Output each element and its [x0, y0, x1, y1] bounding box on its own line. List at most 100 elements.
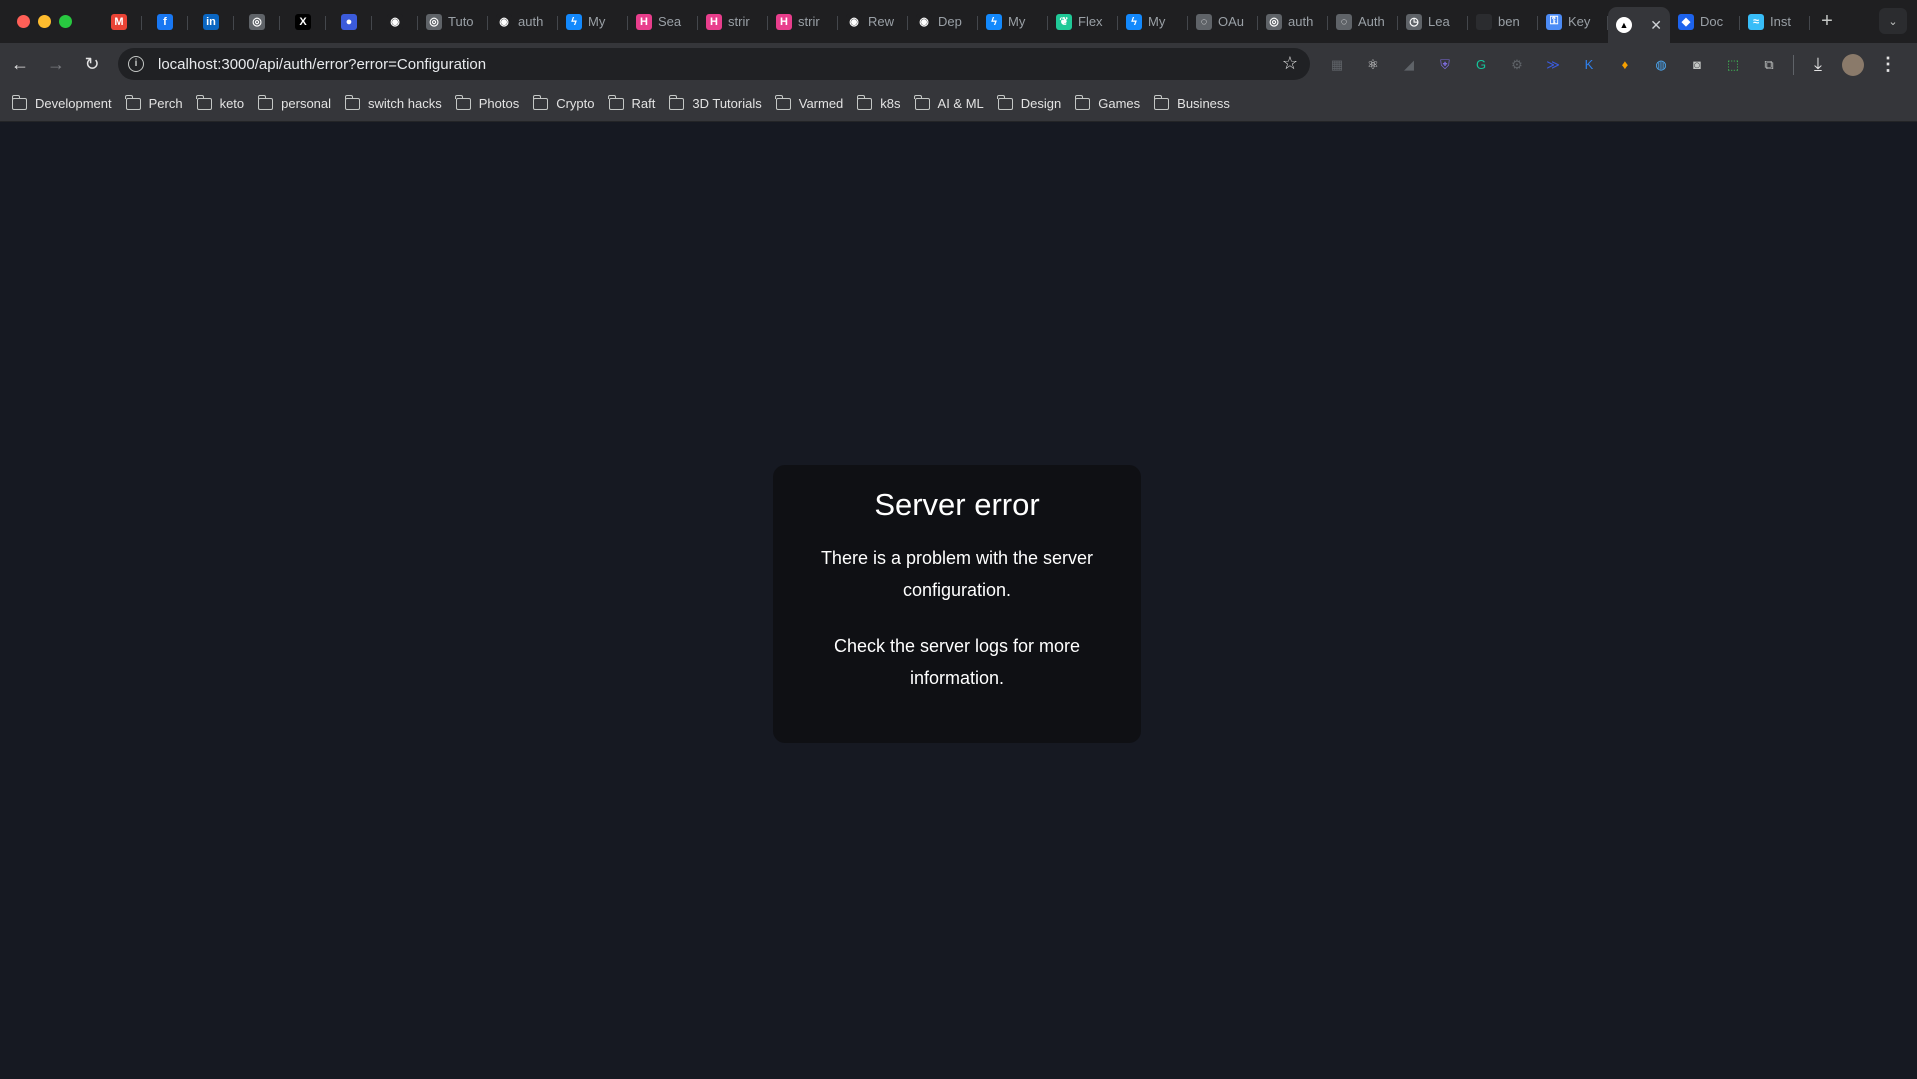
close-window-button[interactable]	[17, 15, 30, 28]
reload-button[interactable]: ↻	[74, 50, 110, 80]
bookmark-folder[interactable]: switch hacks	[343, 91, 450, 117]
browser-tab[interactable]: ◉ Rew	[838, 7, 908, 37]
bookmark-folder[interactable]: Crypto	[531, 91, 602, 117]
browser-tab[interactable]: ⚿ Key	[1538, 7, 1608, 37]
bookmark-folder-label: Business	[1177, 96, 1230, 111]
puzzle-icon[interactable]: ⧉	[1757, 53, 1781, 77]
react-devtools-icon[interactable]: ⚛	[1361, 53, 1385, 77]
browser-tab[interactable]: ◉ auth	[488, 7, 558, 37]
bookmark-folder[interactable]: Perch	[124, 91, 191, 117]
camera-icon[interactable]: ◙	[1685, 53, 1709, 77]
tab-search-button[interactable]: ⌄	[1879, 8, 1907, 34]
openai-icon: ◌	[1336, 13, 1352, 30]
browser-tab[interactable]: Hstrir	[768, 7, 838, 37]
browser-tab[interactable]: ben	[1468, 7, 1538, 37]
browser-toolbar: ← → ↻ i localhost:3000/api/auth/error?er…	[0, 43, 1917, 86]
tab-title: Tuto	[448, 14, 474, 29]
gear-extension-icon[interactable]: ⚙	[1505, 53, 1529, 77]
active-browser-tab[interactable]: ▲ ✕	[1608, 7, 1670, 43]
folder-icon	[668, 94, 685, 110]
bookmark-folder-label: keto	[219, 96, 245, 111]
browser-tab[interactable]: in	[188, 7, 234, 37]
folder-icon	[11, 94, 27, 110]
bookmark-folder-label: AI & ML	[937, 96, 984, 111]
browser-tab[interactable]: ◆ Doc	[1670, 7, 1740, 37]
bird-extension-icon[interactable]: ≫	[1541, 53, 1565, 77]
bookmark-folder[interactable]: Photos	[454, 91, 527, 117]
screenshot-icon[interactable]: ⬚	[1721, 53, 1745, 77]
folder-icon	[856, 94, 873, 110]
bookmark-folder[interactable]: Development	[10, 91, 120, 117]
browser-tab[interactable]: ●	[326, 7, 372, 37]
browser-tab[interactable]: X	[280, 7, 326, 37]
leaf-icon: ❦	[1056, 13, 1072, 30]
stackblitz-icon: ϟ	[1126, 13, 1142, 30]
bookmark-folder-label: Crypto	[556, 96, 595, 111]
browser-tab[interactable]: H Sea	[628, 7, 698, 37]
download-icon[interactable]: ⤓	[1806, 53, 1830, 77]
tab-title: ben	[1498, 14, 1520, 29]
bookmark-folder[interactable]: AI & ML	[913, 91, 992, 117]
bookmark-folder[interactable]: keto	[195, 91, 253, 117]
folder-icon	[344, 94, 361, 110]
browser-tab[interactable]: ϟ My	[558, 7, 628, 37]
minimize-window-button[interactable]	[38, 15, 51, 28]
bookmark-folder[interactable]: 3D Tutorials	[667, 91, 769, 117]
bookmark-folder[interactable]: personal	[256, 91, 339, 117]
gmail-icon: M	[111, 13, 127, 30]
new-tab-button[interactable]: +	[1810, 10, 1844, 33]
firefox-relay-icon[interactable]: ◍	[1649, 53, 1673, 77]
extension-dark-icon[interactable]: ◢	[1397, 53, 1421, 77]
browser-tab[interactable]: ϟ My	[1118, 7, 1188, 37]
tab-title: auth	[518, 14, 544, 29]
close-tab-icon[interactable]: ✕	[1650, 17, 1662, 34]
browser-menu-icon[interactable]: ⋮	[1876, 53, 1900, 77]
browser-tab[interactable]: ◌ OAu	[1188, 7, 1258, 37]
lightbulb-extension-icon[interactable]: ♦	[1613, 53, 1637, 77]
bookmark-folder-label: switch hacks	[368, 96, 442, 111]
bookmark-folder[interactable]: k8s	[855, 91, 908, 117]
x-icon: X	[295, 13, 311, 30]
bookmark-folder[interactable]: Business	[1152, 91, 1238, 117]
bookmark-folder[interactable]: Design	[996, 91, 1069, 117]
tab-title: My	[1008, 14, 1026, 29]
browser-tab[interactable]: ◷ Lea	[1398, 7, 1468, 37]
browser-tab[interactable]: ϟ My	[978, 7, 1048, 37]
grammarly-icon[interactable]: G	[1469, 53, 1493, 77]
browser-tab[interactable]: ◉	[372, 7, 418, 37]
bookmark-folder-label: Varmed	[798, 96, 844, 111]
maximize-window-button[interactable]	[59, 15, 72, 28]
browser-tab[interactable]: ≈ Inst	[1740, 7, 1810, 37]
browser-tab[interactable]: ◌ Auth	[1328, 7, 1398, 37]
tailwind-icon: ≈	[1748, 13, 1764, 30]
bookmark-folder[interactable]: Games	[1073, 91, 1148, 117]
folder-icon	[125, 94, 141, 110]
shield-icon[interactable]: ⛨	[1433, 53, 1457, 77]
browser-tab[interactable]: f	[142, 7, 188, 37]
extension-grid-icon[interactable]: ▦	[1325, 53, 1349, 77]
address-bar[interactable]: i localhost:3000/api/auth/error?error=Co…	[118, 48, 1310, 80]
bookmark-folder[interactable]: Varmed	[774, 91, 852, 117]
profile-avatar[interactable]	[1842, 53, 1864, 76]
browser-tab[interactable]: M	[96, 7, 142, 37]
browser-tab[interactable]: ◎	[234, 7, 280, 37]
k-extension-icon[interactable]: K	[1577, 53, 1601, 77]
github-icon: ◉	[916, 13, 932, 30]
bookmark-star-icon[interactable]: ☆	[1282, 53, 1298, 74]
url-text[interactable]: localhost:3000/api/auth/error?error=Conf…	[158, 56, 486, 73]
browser-tab[interactable]: ◎ Tuto	[418, 7, 488, 37]
back-button[interactable]: ←	[2, 50, 38, 80]
browser-tab[interactable]: ◉ Dep	[908, 7, 978, 37]
tab-title: auth	[1288, 14, 1314, 29]
bookmark-folder[interactable]: Raft	[607, 91, 664, 117]
site-info-icon[interactable]: i	[128, 56, 144, 72]
tab-title: My	[588, 14, 606, 29]
tab-title: My	[1148, 14, 1166, 29]
tab-title: strir	[728, 14, 750, 29]
browser-tab[interactable]: ❦ Flex	[1048, 7, 1118, 37]
browser-tab[interactable]: ◎ auth	[1258, 7, 1328, 37]
forward-button[interactable]: →	[38, 50, 74, 80]
folder-icon	[196, 94, 212, 110]
tab-title: Lea	[1428, 14, 1450, 29]
browser-tab[interactable]: Hstrir	[698, 7, 768, 37]
